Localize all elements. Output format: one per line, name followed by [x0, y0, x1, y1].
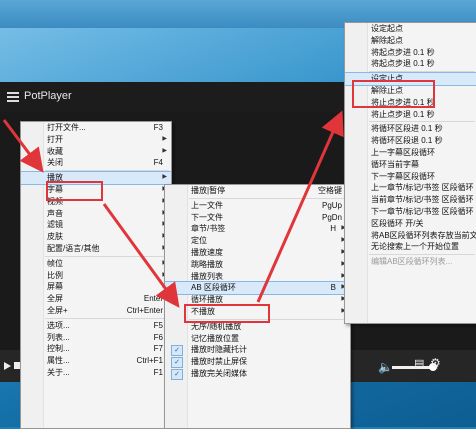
arrow-to-set-end — [256, 110, 344, 303]
arrow-to-ab-loop — [102, 203, 180, 308]
arrow-to-play — [2, 119, 44, 173]
annotation-arrows — [2, 110, 344, 308]
